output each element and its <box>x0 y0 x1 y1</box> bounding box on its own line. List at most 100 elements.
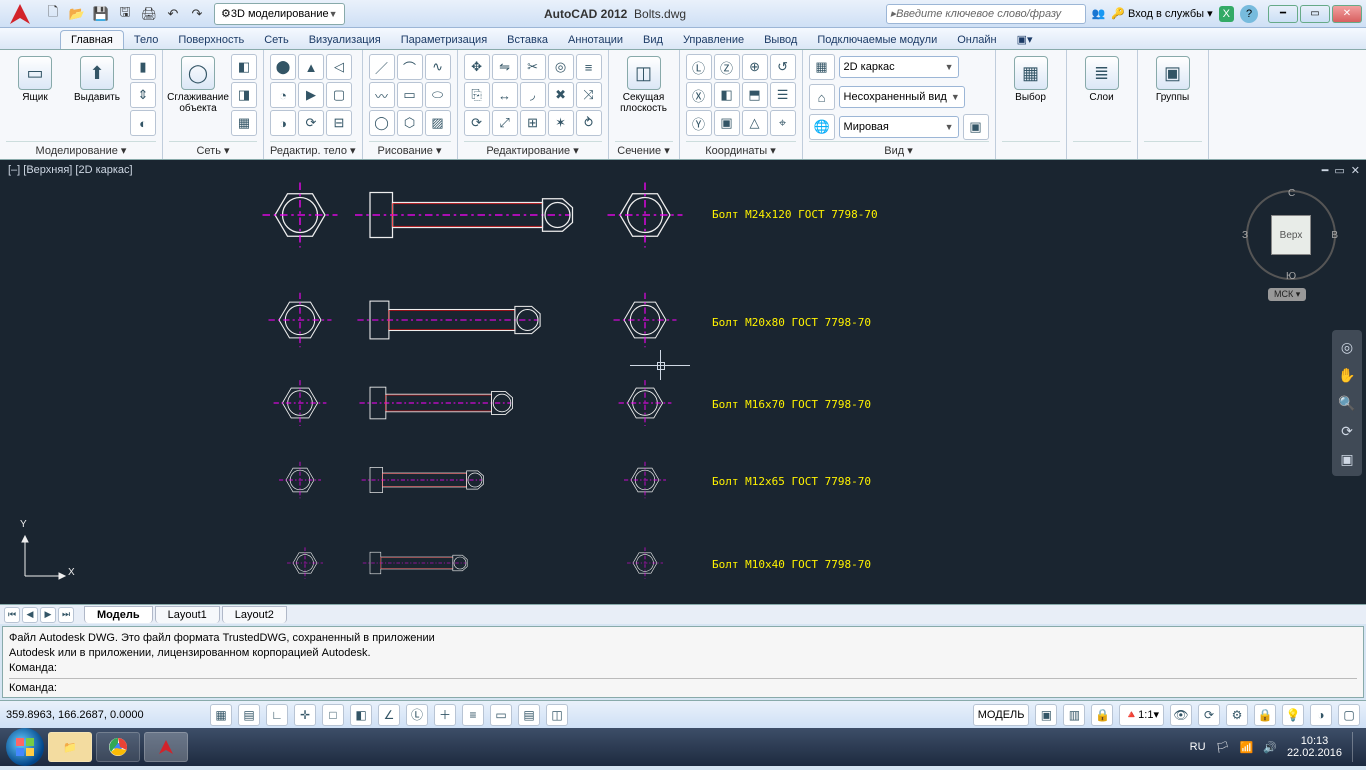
separate-icon[interactable]: ⊟ <box>326 110 352 136</box>
osnap-icon[interactable]: □ <box>322 704 344 726</box>
steering-wheel-icon[interactable]: ◎ <box>1336 336 1358 358</box>
arc-icon[interactable]: ⌒ <box>397 54 423 80</box>
shell-icon[interactable]: ▢ <box>326 82 352 108</box>
stretch-icon[interactable]: ↔ <box>492 82 518 108</box>
tab-solid[interactable]: Тело <box>124 31 169 49</box>
explode-icon[interactable]: ✶ <box>548 110 574 136</box>
close-button[interactable]: ✕ <box>1332 5 1362 23</box>
maximize-button[interactable]: ▭ <box>1300 5 1330 23</box>
move-icon[interactable]: ✥ <box>464 54 490 80</box>
quickview-layouts-icon[interactable]: ▣ <box>1035 704 1057 726</box>
pline-icon[interactable]: 〰 <box>369 82 395 108</box>
ucs-x-icon[interactable]: Ⓧ <box>686 82 712 108</box>
named-view-combo[interactable]: Несохраненный вид▼ <box>839 86 965 108</box>
union-icon[interactable]: ⬤ <box>270 54 296 80</box>
ucs-world-icon[interactable]: Ⓛ <box>686 54 712 80</box>
circle-icon[interactable]: ◯ <box>369 110 395 136</box>
array-icon[interactable]: ⊞ <box>520 110 546 136</box>
layout-first-icon[interactable]: ⏮ <box>4 607 20 623</box>
qp-icon[interactable]: ▤ <box>518 704 540 726</box>
visualstyle-icon[interactable]: ▦ <box>809 54 835 80</box>
tab-surface[interactable]: Поверхность <box>168 31 254 49</box>
help-icon[interactable]: ? <box>1240 5 1258 23</box>
ucs-prev-icon[interactable]: ↺ <box>770 54 796 80</box>
section-plane-button[interactable]: ◫Секущая плоскость <box>615 54 673 116</box>
taper-icon[interactable]: ◁ <box>326 54 352 80</box>
qat-redo-icon[interactable]: ↷ <box>186 3 208 25</box>
app-menu-icon[interactable] <box>4 0 36 30</box>
tab-annotate[interactable]: Аннотации <box>558 31 633 49</box>
mdi-close-icon[interactable]: ✕ <box>1351 164 1360 177</box>
drawing-area[interactable]: [–] [Верхняя] [2D каркас] ━ ▭ ✕ <box>0 160 1366 604</box>
command-input[interactable] <box>63 682 1357 694</box>
quickview-dwgs-icon[interactable]: ▥ <box>1063 704 1085 726</box>
copy-icon[interactable]: ⎘ <box>464 82 490 108</box>
viewcube-face[interactable]: Верх <box>1271 215 1311 255</box>
cleanscreen-icon[interactable]: ▢ <box>1338 704 1360 726</box>
tab-online[interactable]: Онлайн <box>947 31 1006 49</box>
mdi-max-icon[interactable]: ▭ <box>1334 164 1344 177</box>
tray-clock[interactable]: 10:1322.02.2016 <box>1287 735 1342 759</box>
tray-flag-icon[interactable]: 🏳 <box>1216 741 1230 754</box>
taskbar-chrome-icon[interactable] <box>96 732 140 762</box>
presspull-icon[interactable]: ⇕ <box>130 82 156 108</box>
ucs-y-icon[interactable]: Ⓨ <box>686 110 712 136</box>
viewcube-icon[interactable]: ▣ <box>963 114 989 140</box>
layout-prev-icon[interactable]: ◀ <box>22 607 38 623</box>
ucs-view-icon[interactable]: ▣ <box>714 110 740 136</box>
tab-plugins[interactable]: Подключаемые модули <box>807 31 947 49</box>
ucs-named-icon[interactable]: ☰ <box>770 82 796 108</box>
tray-lang[interactable]: RU <box>1190 741 1206 753</box>
faceextrude-icon[interactable]: ▲ <box>298 54 324 80</box>
mesh-more-icon[interactable]: ◧ <box>231 54 257 80</box>
showmotion-icon[interactable]: ▣ <box>1336 448 1358 470</box>
hardware-accel-icon[interactable]: 💡 <box>1282 704 1304 726</box>
otrack-icon[interactable]: ∠ <box>378 704 400 726</box>
ucs-combo[interactable]: Мировая▼ <box>839 116 959 138</box>
tab-view[interactable]: Вид <box>633 31 673 49</box>
sign-in-button[interactable]: 🔑 Вход в службы ▾ <box>1111 7 1212 20</box>
revolve-icon[interactable]: ◐ <box>130 110 156 136</box>
tab-render[interactable]: Визуализация <box>299 31 391 49</box>
taskbar-autocad-icon[interactable] <box>144 732 188 762</box>
ucs-origin-icon[interactable]: ⊕ <box>742 54 768 80</box>
infocenter-search[interactable]: ▸ Введите ключевое слово/фразу <box>886 4 1086 24</box>
ws-switch-icon[interactable]: ⚙ <box>1226 704 1248 726</box>
facerotate-icon[interactable]: ⟳ <box>298 110 324 136</box>
scale-icon[interactable]: ⤢ <box>492 110 518 136</box>
visual-style-combo[interactable]: 2D каркас▼ <box>839 56 959 78</box>
start-button[interactable] <box>6 728 44 766</box>
qat-saveas-icon[interactable]: 🖫 <box>114 3 136 25</box>
snap-icon[interactable]: ▦ <box>210 704 232 726</box>
lwt-icon[interactable]: ≡ <box>462 704 484 726</box>
facemove-icon[interactable]: ▶ <box>298 82 324 108</box>
3dmove-icon[interactable]: ⤨ <box>576 82 602 108</box>
polygon-icon[interactable]: ⬡ <box>397 110 423 136</box>
minimize-button[interactable]: ━ <box>1268 5 1298 23</box>
3dosnap-icon[interactable]: ◧ <box>350 704 372 726</box>
zoom-icon[interactable]: 🔍 <box>1336 392 1358 414</box>
panel-coords-title[interactable]: Координаты ▾ <box>686 141 796 159</box>
qat-new-icon[interactable]: 🗋 <box>42 3 64 25</box>
tpy-icon[interactable]: ▭ <box>490 704 512 726</box>
subscription-icon[interactable]: 👥 <box>1092 7 1106 20</box>
ellipse-icon[interactable]: ⬭ <box>425 82 451 108</box>
grid-icon[interactable]: ▤ <box>238 704 260 726</box>
layers-button[interactable]: ≣Слои <box>1073 54 1131 105</box>
fillet-icon[interactable]: ◞ <box>520 82 546 108</box>
line-icon[interactable]: ／ <box>369 54 395 80</box>
pan-icon[interactable]: ✋ <box>1336 364 1358 386</box>
annoauto-icon[interactable]: ⟳ <box>1198 704 1220 726</box>
hatch-icon[interactable]: ▨ <box>425 110 451 136</box>
show-desktop-button[interactable] <box>1352 732 1360 762</box>
selection-button[interactable]: ▦Выбор <box>1002 54 1060 105</box>
coordinates-readout[interactable]: 359.8963, 166.2687, 0.0000 <box>6 709 186 721</box>
panel-section-title[interactable]: Сечение ▾ <box>615 141 673 159</box>
panel-draw-title[interactable]: Рисование ▾ <box>369 141 451 159</box>
extrude-button[interactable]: ⬆Выдавить <box>68 54 126 105</box>
ucs-obj-icon[interactable]: ⬒ <box>742 82 768 108</box>
tab-insert[interactable]: Вставка <box>497 31 558 49</box>
annotation-scale[interactable]: 🔺 1:1 ▾ <box>1119 704 1164 726</box>
polar-icon[interactable]: ✛ <box>294 704 316 726</box>
panel-view-title[interactable]: Вид ▾ <box>809 141 989 159</box>
